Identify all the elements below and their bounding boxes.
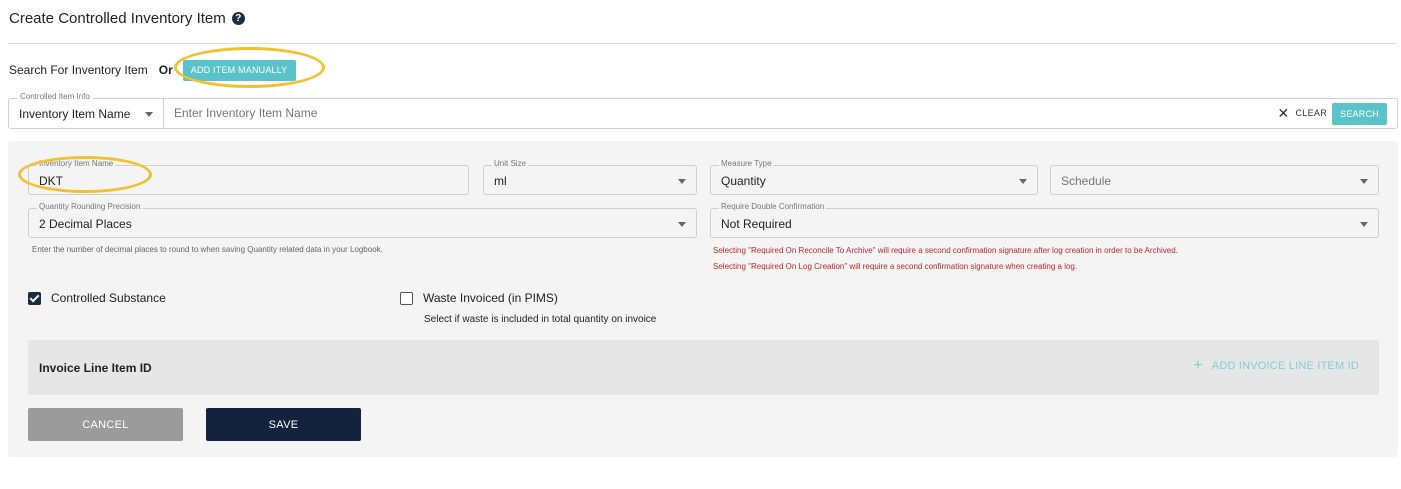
rounding-precision-select[interactable]: Quantity Rounding Precision 2 Decimal Pl… bbox=[28, 202, 697, 238]
controlled-substance-label: Controlled Substance bbox=[51, 291, 166, 305]
search-input[interactable] bbox=[174, 106, 874, 120]
search-row: Search For Inventory Item Or ADD ITEM MA… bbox=[9, 56, 296, 84]
chevron-down-icon bbox=[678, 179, 686, 184]
save-button[interactable]: SAVE bbox=[206, 408, 361, 441]
rounding-precision-value: 2 Decimal Places bbox=[39, 217, 132, 231]
waste-invoiced-hint: Select if waste is included in total qua… bbox=[424, 314, 657, 325]
schedule-select[interactable]: Schedule bbox=[1050, 165, 1379, 195]
cancel-button[interactable]: CANCEL bbox=[28, 408, 183, 441]
search-button[interactable]: SEARCH bbox=[1332, 103, 1387, 125]
checkbox-unchecked-icon[interactable] bbox=[400, 291, 413, 305]
plus-icon: + bbox=[1193, 357, 1203, 374]
search-label: Search For Inventory Item bbox=[9, 63, 148, 77]
rounding-precision-label: Quantity Rounding Precision bbox=[37, 202, 143, 212]
rounding-hint: Enter the number of decimal places to ro… bbox=[32, 245, 383, 254]
page-title-text: Create Controlled Inventory Item bbox=[9, 10, 226, 27]
title-divider bbox=[8, 43, 1397, 44]
confirmation-warning: Selecting "Required On Reconcile To Arch… bbox=[713, 246, 1178, 255]
controlled-substance-checkbox[interactable]: Controlled Substance bbox=[28, 291, 166, 305]
or-label: Or bbox=[158, 63, 173, 77]
waste-invoiced-label: Waste Invoiced (in PIMS) bbox=[423, 291, 558, 305]
measure-type-label: Measure Type bbox=[719, 159, 774, 169]
help-icon[interactable]: ? bbox=[231, 12, 245, 25]
unit-size-label: Unit Size bbox=[492, 159, 529, 169]
confirmation-warning: Selecting "Required On Log Creation" wil… bbox=[713, 262, 1078, 271]
search-type-value: Inventory Item Name bbox=[19, 106, 131, 121]
double-confirmation-value: Not Required bbox=[721, 217, 792, 231]
unit-size-value: ml bbox=[494, 174, 507, 188]
search-bar: Controlled Item Info Inventory Item Name… bbox=[8, 92, 1398, 129]
chevron-down-icon bbox=[678, 222, 686, 227]
chevron-down-icon bbox=[1019, 179, 1027, 184]
invoice-title: Invoice Line Item ID bbox=[39, 361, 152, 375]
add-item-manually-button[interactable]: ADD ITEM MANUALLY bbox=[182, 59, 296, 81]
clear-button[interactable]: ✕ CLEAR bbox=[1277, 105, 1327, 121]
item-name-label: Inventory Item Name bbox=[37, 159, 116, 169]
page-title: Create Controlled Inventory Item ? bbox=[9, 10, 245, 27]
chevron-down-icon bbox=[1360, 222, 1368, 227]
add-invoice-line-item-button[interactable]: + ADD INVOICE LINE ITEM ID bbox=[1193, 357, 1359, 374]
close-icon: ✕ bbox=[1277, 105, 1290, 121]
chevron-down-icon bbox=[145, 112, 153, 117]
double-confirmation-select[interactable]: Require Double Confirmation Not Required bbox=[710, 202, 1379, 238]
measure-type-value: Quantity bbox=[721, 174, 766, 188]
double-confirmation-label: Require Double Confirmation bbox=[719, 202, 827, 212]
waste-invoiced-checkbox[interactable]: Waste Invoiced (in PIMS) bbox=[400, 291, 558, 305]
search-type-select[interactable]: Inventory Item Name bbox=[9, 99, 164, 128]
add-invoice-label: ADD INVOICE LINE ITEM ID bbox=[1211, 360, 1359, 372]
checkbox-checked-icon[interactable] bbox=[28, 291, 41, 305]
measure-type-select[interactable]: Measure Type Quantity bbox=[710, 159, 1038, 195]
clear-label: CLEAR bbox=[1295, 108, 1327, 118]
invoice-line-item-section: Invoice Line Item ID + ADD INVOICE LINE … bbox=[28, 340, 1379, 395]
schedule-placeholder: Schedule bbox=[1061, 174, 1112, 188]
item-name-value: DKT bbox=[39, 174, 63, 188]
item-name-field[interactable]: Inventory Item Name DKT bbox=[28, 159, 469, 195]
chevron-down-icon bbox=[1360, 179, 1368, 184]
unit-size-select[interactable]: Unit Size ml bbox=[483, 159, 697, 195]
